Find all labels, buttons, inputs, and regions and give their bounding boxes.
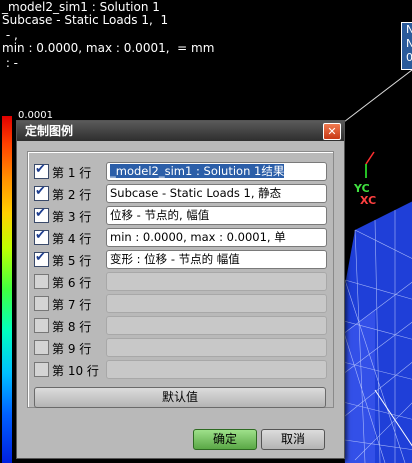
row-5-input[interactable]: 变形 : 位移 - 节点的 幅值 [106,250,327,269]
row-2-label: 第 2 行 [52,188,92,202]
row-6-checkbox[interactable] [34,274,49,289]
result-info-box: N N 0. [401,22,412,70]
customize-legend-dialog: 定制图例 ✕ 第 1 行 _model2_sim1 : Solution 1结果… [16,120,345,459]
row-9-checkbox[interactable] [34,340,49,355]
legend-row-10: 第 10 行 [34,360,327,380]
row-7-input [106,294,327,313]
info-box-line: 0. [406,51,412,64]
default-values-button[interactable]: 默认值 [34,387,326,408]
row-1-input[interactable]: _model2_sim1 : Solution 1结果 [106,162,327,181]
row-3-label: 第 3 行 [52,210,92,224]
row-7-checkbox[interactable] [34,296,49,311]
row-7-label: 第 7 行 [52,298,92,312]
row-4-label: 第 4 行 [52,232,92,246]
row-8-input [106,316,327,335]
legend-row-6: 第 6 行 [34,272,327,292]
row-2-input[interactable]: Subcase - Static Loads 1, 静态 [106,184,327,203]
viewport-info-line: min : 0.0000, max : 0.0001, = mm [2,41,215,55]
row-5-label: 第 5 行 [52,254,92,268]
info-box-line: N [406,23,412,36]
legend-row-1: 第 1 行 _model2_sim1 : Solution 1结果 [34,162,327,182]
legend-row-7: 第 7 行 [34,294,327,314]
row-5-checkbox[interactable] [34,250,49,267]
legend-rows-panel: 第 1 行 _model2_sim1 : Solution 1结果 第 2 行 … [27,151,334,408]
viewport-info-line: Subcase - Static Loads 1, 1 [2,13,169,27]
row-8-checkbox[interactable] [34,318,49,333]
row-1-value: _model2_sim1 : Solution 1结果 [110,164,285,178]
row-3-input[interactable]: 位移 - 节点的, 幅值 [106,206,327,225]
row-6-input [106,272,327,291]
row-8-label: 第 8 行 [52,320,92,334]
axis-xc-label: XC [360,194,377,207]
row-10-checkbox[interactable] [34,362,49,377]
row-4-input[interactable]: min : 0.0000, max : 0.0001, 单 [106,228,327,247]
row-3-checkbox[interactable] [34,206,49,223]
dialog-titlebar[interactable]: 定制图例 ✕ [17,121,344,141]
legend-row-3: 第 3 行 位移 - 节点的, 幅值 [34,206,327,226]
ok-button[interactable]: 确定 [193,429,257,450]
row-10-input [106,360,327,379]
legend-row-5: 第 5 行 变形 : 位移 - 节点的 幅值 [34,250,327,270]
legend-row-8: 第 8 行 [34,316,327,336]
legend-row-4: 第 4 行 min : 0.0000, max : 0.0001, 单 [34,228,327,248]
row-9-input [106,338,327,357]
row-1-label: 第 1 行 [52,166,92,180]
info-box-line: N [406,37,412,50]
cancel-button[interactable]: 取消 [261,429,325,450]
row-9-label: 第 9 行 [52,342,92,356]
row-10-label: 第 10 行 [52,364,99,378]
row-1-checkbox[interactable] [34,162,49,179]
viewport-info-line: : - [2,56,19,70]
legend-row-2: 第 2 行 Subcase - Static Loads 1, 静态 [34,184,327,204]
legend-row-9: 第 9 行 [34,338,327,358]
row-2-checkbox[interactable] [34,184,49,201]
dialog-title: 定制图例 [25,124,74,138]
legend-colorbar [2,116,12,463]
row-6-label: 第 6 行 [52,276,92,290]
close-icon[interactable]: ✕ [323,123,341,140]
row-4-checkbox[interactable] [34,228,49,245]
